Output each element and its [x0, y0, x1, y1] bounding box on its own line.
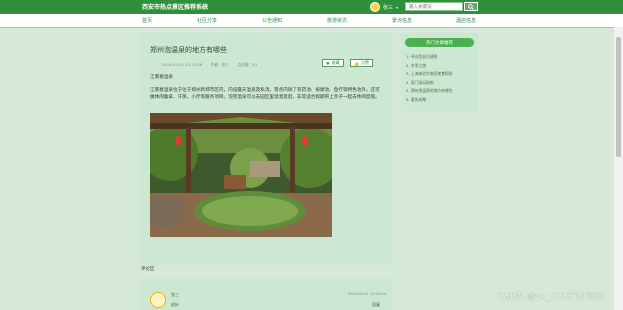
watermark: CSDN @vx_CXKF10088	[498, 292, 603, 302]
article-title: 郑州泡温泉的地方有哪些	[150, 46, 227, 54]
chevron-down-icon: ▾	[396, 4, 399, 10]
article-panel: 郑州泡温泉的地方有哪些 2024-03-01 12:31:28 作者：张三 点击…	[140, 33, 392, 265]
hot-article-item[interactable]: 3. 上海体验东南亚美食探秘	[406, 71, 453, 80]
hot-article-item[interactable]: 5. 郑州泡温泉的地方有哪些	[406, 88, 453, 97]
nav-community[interactable]: 社区分享	[197, 17, 217, 24]
hot-article-item[interactable]: 4. 厦门游玩指南	[406, 80, 453, 89]
article-author: 作者：张三	[210, 62, 230, 67]
top-bar: 西安市热点景区推荐系统 张三 ▾ 输入关键词	[0, 0, 623, 14]
user-menu[interactable]: 张三 ▾	[370, 2, 398, 12]
username: 张三	[383, 4, 394, 11]
nav-home[interactable]: 首页	[142, 17, 152, 24]
article-views: 点击量：81	[237, 62, 258, 67]
user-avatar	[370, 2, 380, 12]
article-body: 江南春温泉位于位于郑州新郑市区内，内设露天温泉及私汤，景点内除了有药池、按摩池、…	[150, 88, 380, 100]
nav-hotels[interactable]: 酒店信息	[456, 17, 476, 24]
comment-item: 张三 很好 2024-03-01 12:24:24 回复	[140, 278, 392, 310]
comment-author: 张三	[171, 292, 179, 297]
like-button[interactable]: 👍 点赞	[350, 59, 373, 67]
comment-section-label: 评论区	[141, 267, 155, 272]
collect-button[interactable]: ♥ 收藏	[322, 59, 344, 67]
hot-spring-photo	[150, 113, 332, 237]
reply-button[interactable]: 回复	[372, 302, 380, 308]
search-icon	[468, 3, 474, 10]
scrollbar-thumb[interactable]	[616, 37, 621, 157]
nav-travel-news[interactable]: 旅游资讯	[327, 17, 347, 24]
article-meta: 2024-03-01 12:31:28 作者：张三 点击量：81	[162, 62, 257, 68]
comment-text: 很好	[171, 302, 179, 307]
site-title: 西安市热点景区推荐系统	[142, 4, 209, 11]
search-input[interactable]: 输入关键词	[405, 2, 463, 11]
search-button[interactable]	[464, 2, 478, 11]
like-label: 点赞	[360, 60, 369, 65]
heart-icon: ♥	[326, 60, 330, 66]
hot-articles-title: 热门文章推荐	[405, 38, 474, 47]
hot-article-item[interactable]: 6. 重庆攻略	[406, 97, 453, 106]
nav-attractions[interactable]: 景点信息	[392, 17, 412, 24]
main-nav: 首页 社区分享 公告通知 旅游资讯 景点信息 酒店信息	[0, 14, 623, 28]
collect-label: 收藏	[331, 60, 340, 65]
comment-time: 2024-03-01 12:24:24	[348, 292, 387, 296]
hot-articles-panel: 热门文章推荐 1. 寻访西安古建筑 2. 冬季之旅 3. 上海体验东南亚美食探秘…	[401, 33, 478, 111]
thumb-up-icon: 👍	[354, 60, 359, 66]
comment-avatar	[150, 292, 166, 308]
article-heading: 江南春温泉	[150, 75, 173, 80]
article-date: 2024-03-01 12:31:28	[162, 62, 203, 67]
nav-notices[interactable]: 公告通知	[262, 17, 282, 24]
hot-article-item[interactable]: 1. 寻访西安古建筑	[406, 54, 453, 63]
page-scrollbar[interactable]	[614, 27, 623, 310]
hot-article-item[interactable]: 2. 冬季之旅	[406, 63, 453, 72]
